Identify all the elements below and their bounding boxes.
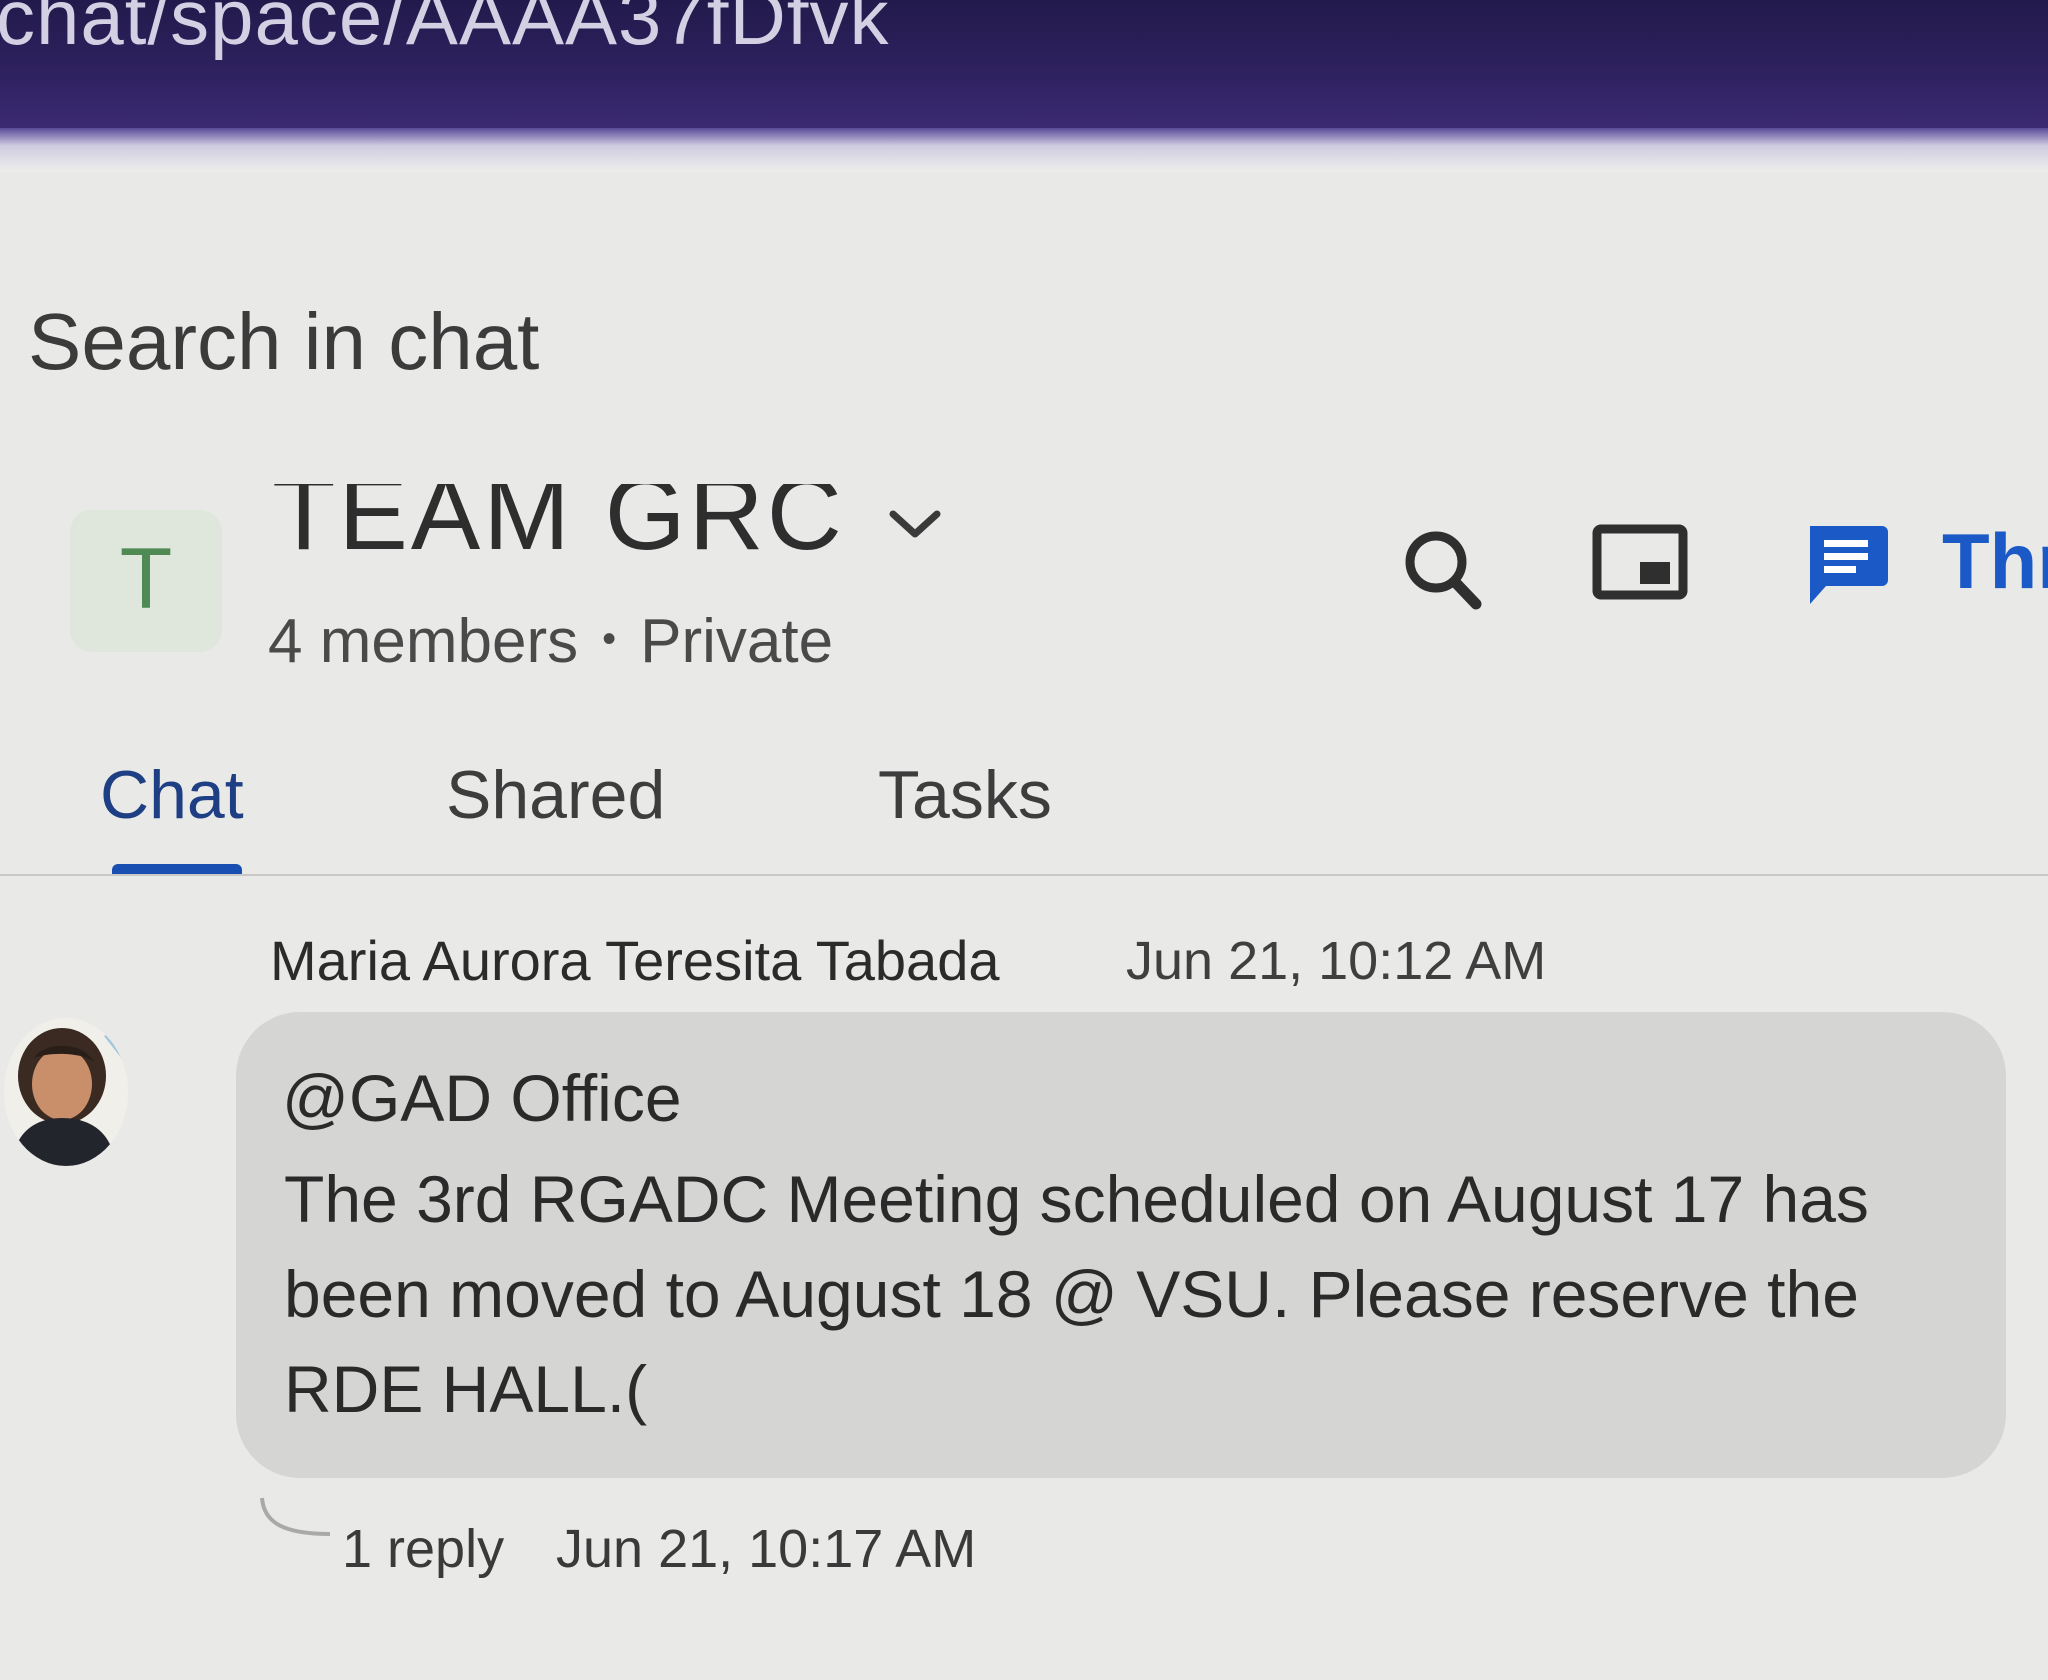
tab-tasks[interactable]: Tasks bbox=[878, 756, 1052, 834]
visibility-label: Private bbox=[640, 607, 834, 676]
search-in-chat-field[interactable]: Search in chat bbox=[28, 296, 539, 388]
reply-thread-connector-icon bbox=[256, 1494, 336, 1559]
space-meta: 4 members • Private bbox=[268, 606, 833, 677]
message-bubble[interactable]: @GAD Office The 3rd RGADC Meeting schedu… bbox=[236, 1012, 2006, 1478]
threads-label: Thr bbox=[1942, 517, 2048, 605]
space-avatar-letter: T bbox=[119, 531, 173, 627]
browser-address-bar[interactable]: chat/space/AAAA37fDfvk bbox=[0, 0, 2048, 128]
message-sender[interactable]: Maria Aurora Teresita Tabada bbox=[270, 928, 999, 993]
tab-shared[interactable]: Shared bbox=[446, 756, 665, 834]
space-name-dropdown[interactable]: TEAM GRC bbox=[272, 484, 941, 570]
tab-chat[interactable]: Chat bbox=[100, 756, 244, 834]
tabs-divider bbox=[0, 874, 2048, 876]
space-tabs: Chat Shared Tasks bbox=[0, 744, 2048, 874]
member-count[interactable]: 4 members bbox=[268, 607, 578, 676]
threads-button[interactable]: Thr bbox=[1800, 517, 2048, 616]
mention-chip[interactable]: @GAD Office bbox=[282, 1060, 682, 1136]
reply-timestamp: Jun 21, 10:17 AM bbox=[556, 1519, 977, 1579]
active-tab-indicator bbox=[112, 864, 242, 874]
picture-in-picture-icon bbox=[1592, 524, 1688, 600]
space-name: TEAM GRC bbox=[272, 484, 845, 570]
url-text[interactable]: chat/space/AAAA37fDfvk bbox=[0, 0, 889, 63]
message-timestamp: Jun 21, 10:12 AM bbox=[1126, 931, 1547, 991]
open-in-panel-button[interactable] bbox=[1592, 524, 1688, 604]
message-body: The 3rd RGADC Meeting scheduled on Augus… bbox=[284, 1162, 1869, 1426]
space-avatar: T bbox=[70, 510, 222, 652]
toolbar-divider bbox=[0, 128, 2048, 172]
search-icon bbox=[1405, 531, 1482, 610]
avatar[interactable] bbox=[4, 1018, 128, 1166]
separator-dot: • bbox=[602, 617, 617, 661]
chevron-down-icon bbox=[889, 510, 941, 545]
user-photo-icon bbox=[4, 1018, 128, 1166]
search-button[interactable] bbox=[1388, 520, 1498, 620]
threads-icon bbox=[1810, 526, 1888, 604]
reply-count-link[interactable]: 1 reply bbox=[342, 1518, 504, 1580]
